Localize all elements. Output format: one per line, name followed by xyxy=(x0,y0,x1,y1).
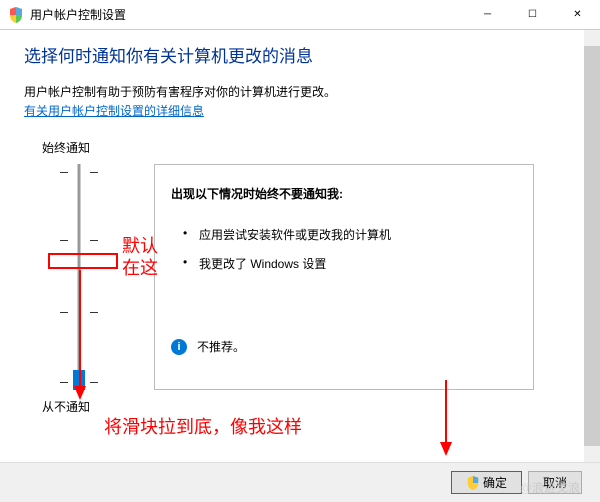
slider-top-label: 始终通知 xyxy=(42,139,576,156)
ok-button[interactable]: 确定 xyxy=(451,471,522,494)
maximize-button[interactable]: ☐ xyxy=(510,0,555,29)
slider-handle[interactable] xyxy=(73,370,85,390)
cancel-button-label: 取消 xyxy=(543,474,567,491)
shield-icon xyxy=(466,476,480,490)
slider-track xyxy=(78,164,81,390)
titlebar-buttons: ─ ☐ ✕ xyxy=(465,0,600,29)
info-item: 应用尝试安装软件或更改我的计算机 xyxy=(171,220,517,249)
page-heading: 选择何时通知你有关计算机更改的消息 xyxy=(24,42,576,67)
shield-icon xyxy=(8,7,24,23)
footer: 确定 取消 xyxy=(0,462,600,502)
info-icon: i xyxy=(171,339,187,355)
close-button[interactable]: ✕ xyxy=(555,0,600,29)
uac-slider[interactable] xyxy=(54,164,104,390)
page-subtext: 用户帐户控制有助于预防有害程序对你的计算机进行更改。 xyxy=(24,83,576,100)
info-recommend: i 不推荐。 xyxy=(171,338,517,355)
minimize-button[interactable]: ─ xyxy=(465,0,510,29)
info-panel: 出现以下情况时始终不要通知我: 应用尝试安装软件或更改我的计算机 我更改了 Wi… xyxy=(154,164,534,390)
content-area: 选择何时通知你有关计算机更改的消息 用户帐户控制有助于预防有害程序对你的计算机进… xyxy=(0,30,600,462)
slider-area: 始终通知 出现以下情况时始终不要通知我: 应用尝试安装软件或更改我的计算机 我更… xyxy=(46,139,576,415)
ok-button-label: 确定 xyxy=(483,474,507,491)
info-list: 应用尝试安装软件或更改我的计算机 我更改了 Windows 设置 xyxy=(171,220,517,278)
slider-bottom-label: 从不通知 xyxy=(42,398,576,415)
titlebar: 用户帐户控制设置 ─ ☐ ✕ xyxy=(0,0,600,30)
recommend-text: 不推荐。 xyxy=(197,338,245,355)
window-title: 用户帐户控制设置 xyxy=(30,6,465,23)
help-link[interactable]: 有关用户帐户控制设置的详细信息 xyxy=(24,104,204,118)
cancel-button[interactable]: 取消 xyxy=(528,471,582,494)
info-item: 我更改了 Windows 设置 xyxy=(171,249,517,278)
info-title: 出现以下情况时始终不要通知我: xyxy=(171,185,517,202)
